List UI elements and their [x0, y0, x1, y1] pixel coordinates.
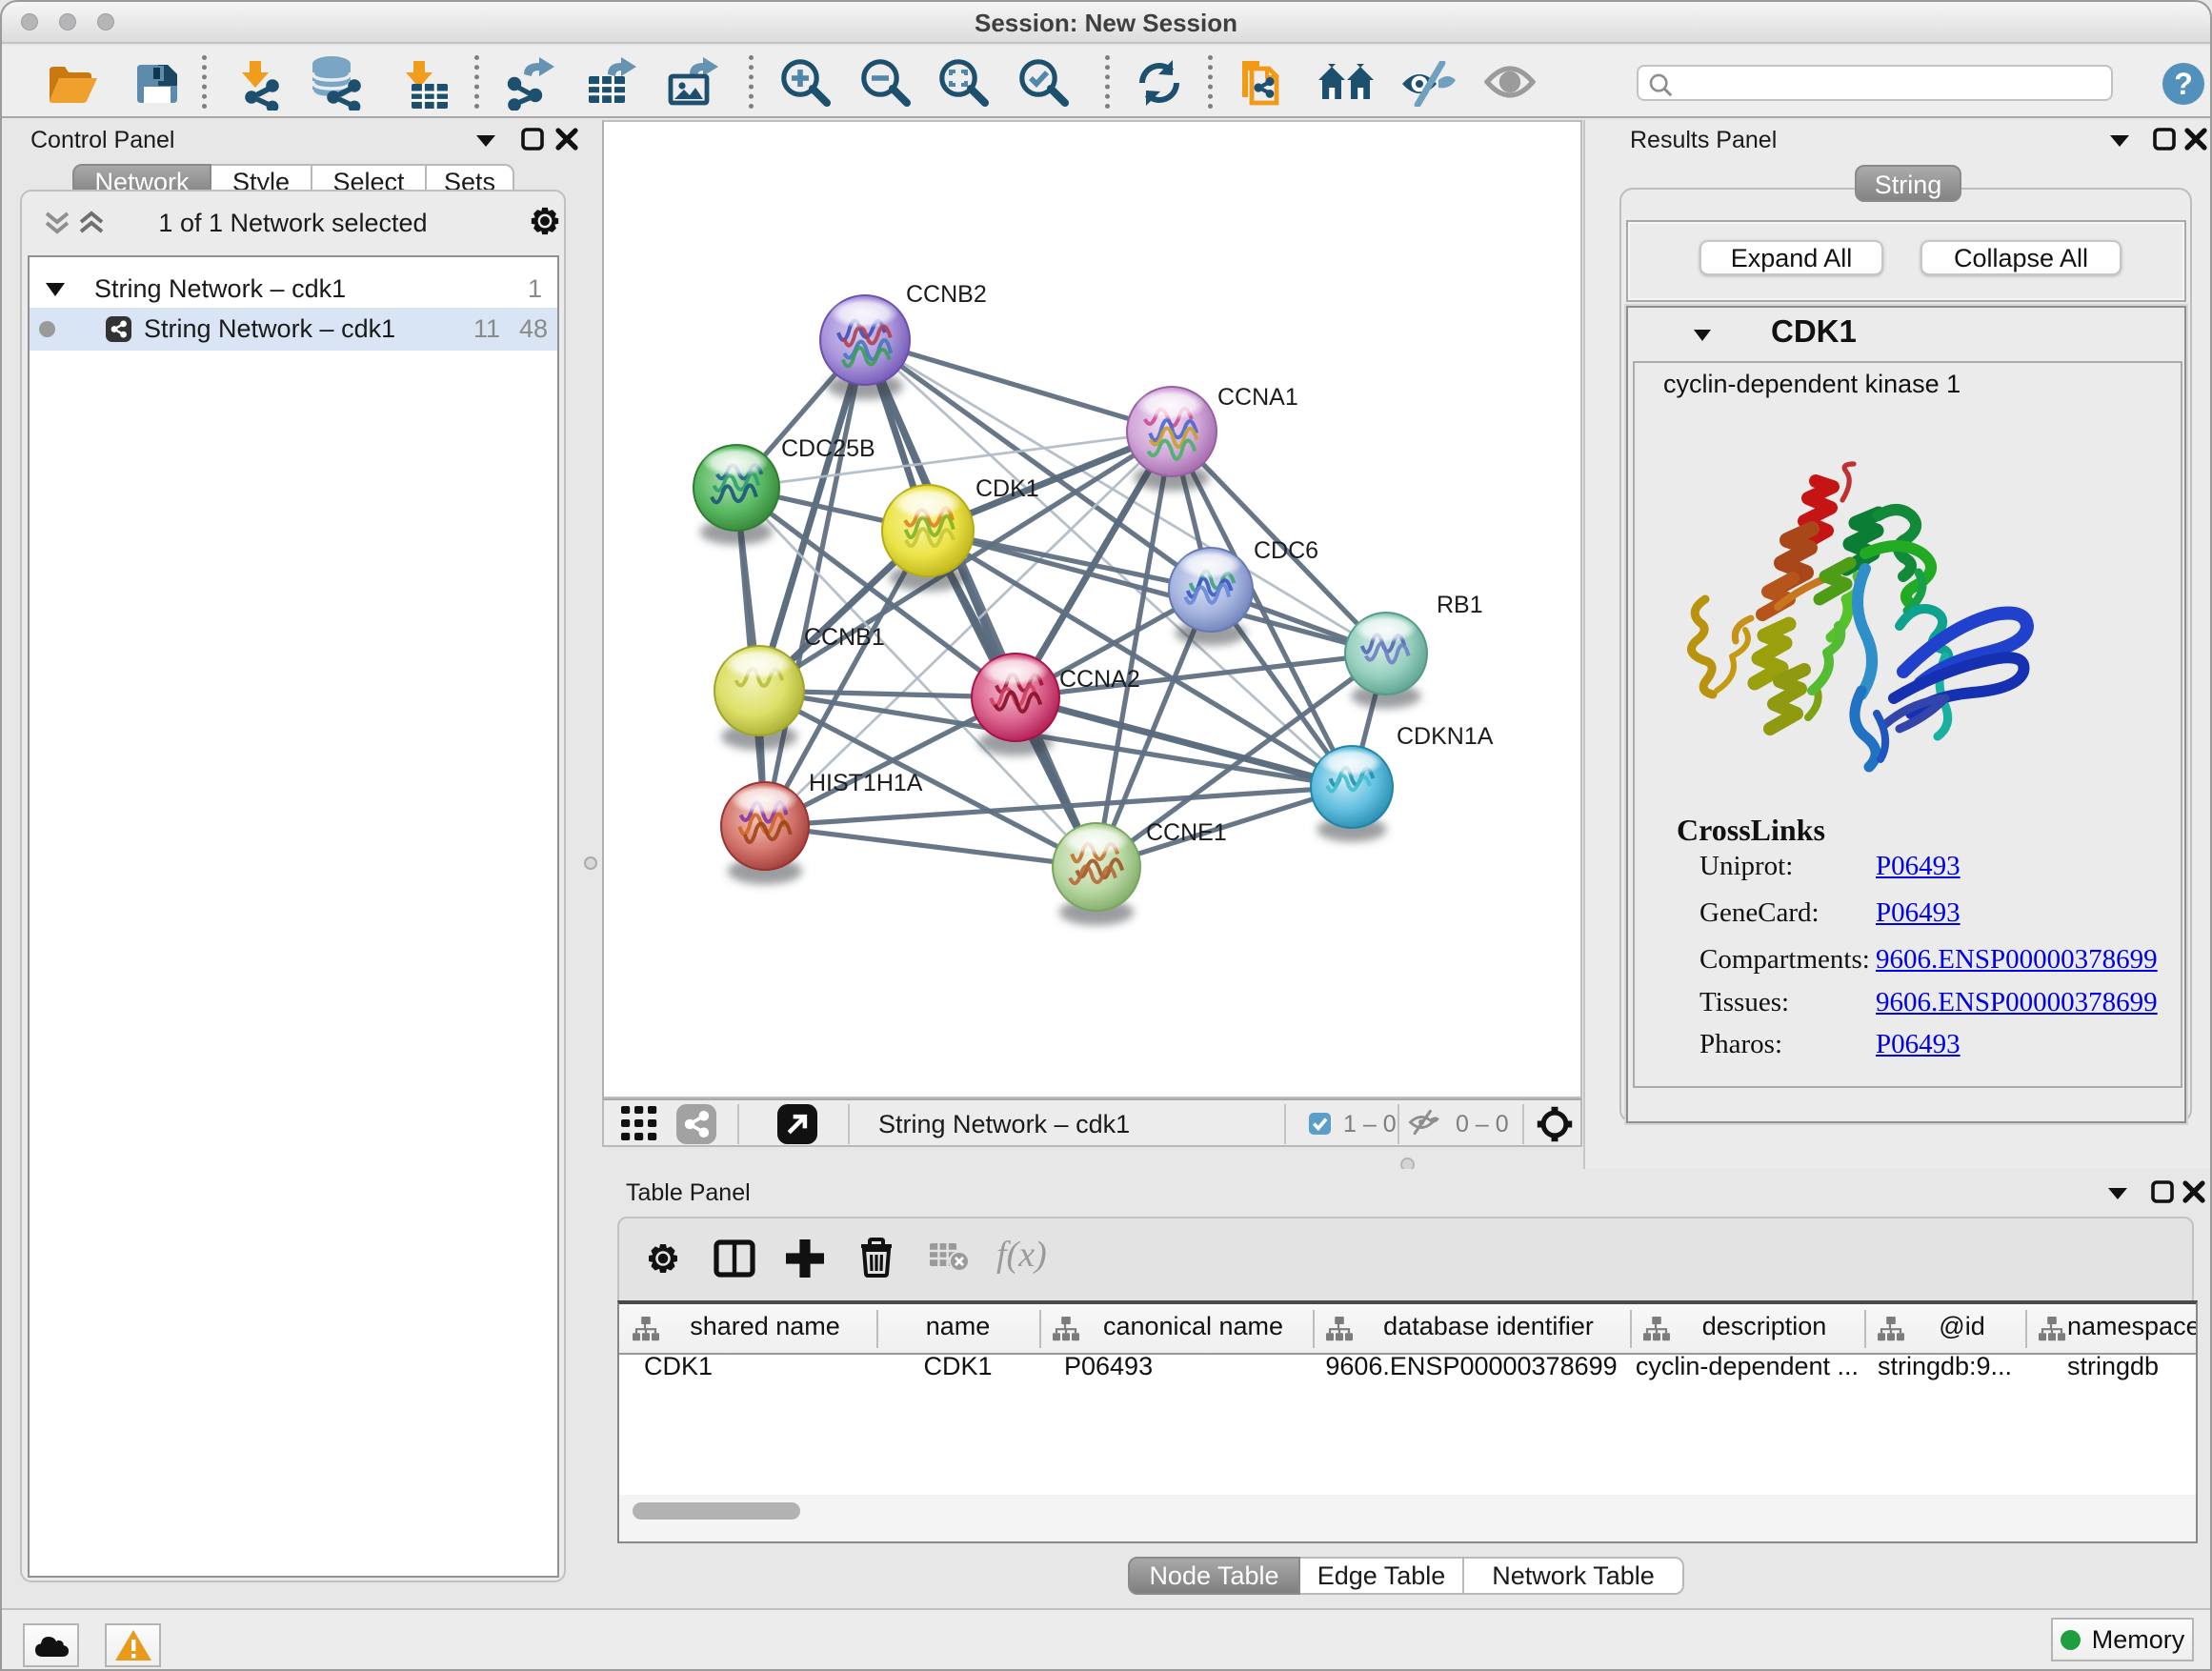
svg-text:?: ?: [2174, 67, 2193, 101]
